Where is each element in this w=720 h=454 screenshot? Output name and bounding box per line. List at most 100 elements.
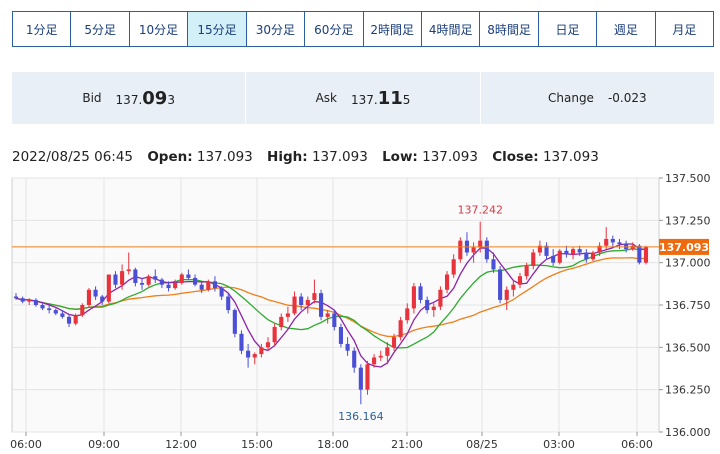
candle (206, 279, 211, 292)
candle-body (478, 240, 483, 248)
candle-body (186, 274, 191, 278)
candle-body (86, 289, 92, 305)
quote-panel: Bid 137.093 Ask 137.115 Change -0.023 (12, 72, 714, 124)
candle (86, 288, 92, 307)
candle-body (100, 296, 105, 302)
candle-body (365, 364, 370, 390)
candle-body (610, 238, 615, 243)
candle-body (199, 284, 204, 290)
candle-body (458, 240, 463, 260)
tab-6[interactable]: 2時間足 (363, 12, 422, 46)
candle-body (153, 276, 158, 280)
candle-body (206, 281, 211, 290)
ask-cell: Ask 137.115 (246, 72, 481, 124)
candle-body (418, 286, 423, 300)
candle-body (120, 271, 125, 285)
candle-body (312, 293, 317, 300)
candle-body (80, 305, 85, 316)
change-cell: Change -0.023 (481, 72, 714, 124)
current-price-label: 137.093 (659, 241, 709, 254)
candle-body (27, 299, 32, 302)
candle-body (352, 350, 357, 368)
candle (338, 323, 344, 348)
candle-body (584, 252, 589, 260)
candle-body (66, 316, 72, 324)
candle-body (617, 242, 622, 245)
candle-body (106, 274, 111, 302)
tab-5[interactable]: 60分足 (305, 12, 364, 46)
candle-body (232, 310, 237, 334)
candle (80, 303, 85, 317)
tab-7[interactable]: 4時間足 (421, 12, 481, 46)
tab-10[interactable]: 週足 (597, 12, 656, 46)
candle-body (604, 238, 609, 246)
candle-body (405, 308, 410, 321)
y-tick-label: 137.500 (665, 172, 711, 185)
candle (239, 330, 244, 355)
y-tick-label: 136.750 (665, 299, 711, 312)
candlestick-chart[interactable]: 137.500 137.250 137.000 136.750 136.500 136.2… (0, 172, 720, 454)
candle-body (93, 289, 98, 297)
candle-body (285, 313, 290, 317)
candle-body (166, 284, 171, 289)
ask-label: Ask (315, 91, 337, 105)
candle-body (139, 282, 145, 285)
candle (438, 286, 443, 311)
y-tick-label: 136.000 (665, 426, 711, 439)
candle-body (345, 343, 350, 351)
candle-body (226, 296, 231, 311)
tab-8[interactable]: 8時間足 (480, 12, 539, 46)
candle-body (325, 313, 330, 317)
x-tick-label: 08/25 (466, 438, 498, 451)
x-tick-label: 18:00 (317, 438, 349, 451)
candle-body (358, 367, 363, 390)
candle-body (299, 296, 304, 305)
tab-11[interactable]: 月足 (655, 12, 714, 46)
tab-0[interactable]: 1分足 (13, 12, 72, 46)
candle-body (630, 245, 635, 250)
candle-body (246, 350, 251, 358)
tab-9[interactable]: 日足 (538, 12, 598, 46)
candle-body (33, 299, 38, 305)
candle-body (385, 347, 390, 356)
x-tick-label: 12:00 (165, 438, 197, 451)
high-value: 137.093 (311, 149, 368, 165)
ask-value-big: 11 (377, 87, 403, 109)
candle-body (239, 333, 244, 351)
bid-cell: Bid 137.093 (12, 72, 247, 124)
tab-1[interactable]: 5分足 (71, 12, 130, 46)
tab-3[interactable]: 15分足 (188, 12, 247, 46)
tab-4[interactable]: 30分足 (246, 12, 306, 46)
candle-body (146, 276, 151, 285)
candle (398, 316, 403, 341)
close-value: 137.093 (542, 149, 599, 165)
candle-body (531, 252, 536, 267)
candle-body (173, 282, 178, 289)
tab-2[interactable]: 10分足 (129, 12, 189, 46)
candle-body (557, 250, 562, 263)
y-tick-label: 137.000 (665, 257, 711, 270)
candle-body (637, 245, 642, 263)
candle-body (517, 276, 523, 285)
candle-body (318, 293, 324, 317)
candle-body (159, 279, 164, 285)
open-value: 137.093 (196, 149, 253, 165)
candle (484, 237, 489, 263)
candle (557, 249, 562, 265)
candle (458, 237, 463, 263)
candle-body (53, 310, 58, 314)
low-annotation: 136.164 (338, 410, 384, 423)
candle (106, 274, 111, 304)
candle (73, 313, 78, 326)
candle-body (484, 240, 489, 260)
candle-body (40, 305, 45, 309)
candle-body (272, 327, 277, 343)
bid-value: 137.093 (116, 88, 175, 109)
bid-value-big: 09 (142, 87, 168, 109)
candle-body (378, 355, 383, 358)
candle (232, 308, 237, 338)
y-tick-label: 136.250 (665, 384, 711, 397)
candle-body (372, 357, 377, 365)
change-label: Change (548, 91, 594, 105)
candle-body (570, 249, 576, 255)
